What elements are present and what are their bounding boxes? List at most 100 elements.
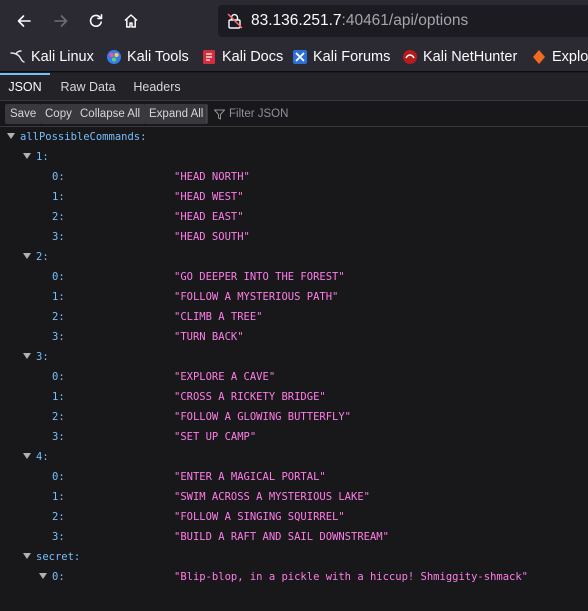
tree-row-group[interactable]: secret:: [0, 547, 588, 567]
json-string-value: "FOLLOW A SINGING SQUIRREL": [174, 511, 345, 523]
kali-nethunter-icon: [402, 49, 418, 65]
tree-row-group[interactable]: 1:: [0, 147, 588, 167]
bookmark-label: Explo: [552, 49, 588, 65]
bookmark-kali-tools[interactable]: Kali Tools: [106, 48, 189, 66]
expand-toggle-icon[interactable]: [7, 133, 15, 139]
collapse-all-button[interactable]: Collapse All: [75, 104, 146, 124]
json-key: 0:: [52, 171, 65, 183]
json-key: 2:: [52, 311, 65, 323]
tree-row: 2: "FOLLOW A SINGING SQUIRREL": [0, 507, 588, 527]
forward-button[interactable]: [47, 7, 75, 35]
url-path: :40461/api/options: [341, 12, 469, 29]
json-key: secret:: [36, 551, 81, 563]
tree-row-group[interactable]: 3:: [0, 347, 588, 367]
bookmark-label: Kali Tools: [127, 49, 189, 65]
kali-tools-icon: [106, 49, 122, 65]
json-key: 4:: [36, 451, 49, 463]
expand-toggle-icon[interactable]: [23, 353, 31, 359]
json-key: 3:: [52, 331, 65, 343]
tree-row: 0: "HEAD NORTH": [0, 167, 588, 187]
tree-row: 2: "HEAD EAST": [0, 207, 588, 227]
filter-json-input[interactable]: Filter JSON: [214, 104, 288, 124]
json-toolbar: Save Copy Collapse All Expand All Filter…: [0, 101, 588, 127]
back-button[interactable]: [10, 7, 38, 35]
json-string-value: "HEAD NORTH": [174, 171, 250, 183]
json-viewer-tabs: JSON Raw Data Headers: [0, 73, 588, 101]
tree-row: 1: "FOLLOW A MYSTERIOUS PATH": [0, 287, 588, 307]
bookmarks-bar: Kali Linux Kali Tools Kali Docs Kali For…: [0, 42, 588, 72]
copy-button[interactable]: Copy: [40, 104, 77, 124]
json-key: 0:: [52, 571, 65, 583]
expand-toggle-icon[interactable]: [23, 253, 31, 259]
json-key: 3:: [52, 531, 65, 543]
home-icon: [124, 14, 138, 28]
tree-row: 1: "HEAD WEST": [0, 187, 588, 207]
kali-docs-icon: [201, 49, 217, 65]
json-key: 1:: [52, 291, 65, 303]
bookmark-kali-nethunter[interactable]: Kali NetHunter: [402, 48, 517, 66]
bookmark-label: Kali Linux: [31, 49, 94, 65]
save-button[interactable]: Save: [5, 104, 42, 124]
json-key: 0:: [52, 371, 65, 383]
bookmark-label: Kali Forums: [313, 49, 391, 65]
tree-row-root[interactable]: allPossibleCommands:: [0, 127, 588, 147]
tree-row: 1: "SWIM ACROSS A MYSTERIOUS LAKE": [0, 487, 588, 507]
json-key: 3:: [52, 431, 65, 443]
bookmark-label: Kali NetHunter: [423, 49, 518, 65]
json-string-value: "HEAD WEST": [174, 191, 244, 203]
reload-button[interactable]: [82, 7, 110, 35]
tab-raw-data[interactable]: Raw Data: [54, 73, 122, 101]
tree-row-group[interactable]: 4:: [0, 447, 588, 467]
kali-dragon-icon: [10, 49, 26, 65]
json-key: 0:: [52, 271, 65, 283]
tree-row[interactable]: 0: "Blip-blop, in a pickle with a hiccup…: [0, 567, 588, 587]
bookmark-kali-forums[interactable]: Kali Forums: [292, 48, 390, 66]
json-key: 0:: [52, 471, 65, 483]
json-string-value: "Blip-blop, in a pickle with a hiccup! S…: [174, 571, 529, 583]
expand-toggle-icon[interactable]: [39, 573, 47, 579]
json-key: 2:: [52, 211, 65, 223]
json-key: 2:: [52, 411, 65, 423]
expand-toggle-icon[interactable]: [23, 553, 31, 559]
url-text: 83.136.251.7:40461/api/options: [251, 12, 468, 30]
json-key: 1:: [52, 491, 65, 503]
tree-row-group[interactable]: 2:: [0, 247, 588, 267]
toolbar-divider: [206, 105, 207, 123]
tab-headers[interactable]: Headers: [126, 73, 188, 101]
bookmark-kali-docs[interactable]: Kali Docs: [201, 48, 283, 66]
exploit-db-icon: [531, 49, 547, 65]
tab-json[interactable]: JSON: [0, 73, 50, 101]
json-string-value: "GO DEEPER INTO THE FOREST": [174, 271, 345, 283]
tree-row: 3: "TURN BACK": [0, 327, 588, 347]
kali-forums-icon: [292, 49, 308, 65]
filter-icon: [214, 109, 225, 120]
json-string-value: "FOLLOW A MYSTERIOUS PATH": [174, 291, 339, 303]
reload-icon: [89, 14, 103, 27]
tree-row: 0: "GO DEEPER INTO THE FOREST": [0, 267, 588, 287]
json-string-value: "CROSS A RICKETY BRIDGE": [174, 391, 326, 403]
json-string-value: "CLIMB A TREE": [174, 311, 263, 323]
json-string-value: "TURN BACK": [174, 331, 244, 343]
json-string-value: "ENTER A MAGICAL PORTAL": [174, 471, 326, 483]
tree-row: 2: "CLIMB A TREE": [0, 307, 588, 327]
expand-all-button[interactable]: Expand All: [144, 104, 209, 124]
expand-toggle-icon[interactable]: [23, 453, 31, 459]
tree-row: 3: "HEAD SOUTH": [0, 227, 588, 247]
tree-row: 3: "SET UP CAMP": [0, 427, 588, 447]
json-string-value: "SWIM ACROSS A MYSTERIOUS LAKE": [174, 491, 370, 503]
json-key: 3:: [36, 351, 49, 363]
json-string-value: "HEAD SOUTH": [174, 231, 250, 243]
json-string-value: "HEAD EAST": [174, 211, 244, 223]
bookmark-exploit-db[interactable]: Explo: [531, 48, 588, 66]
json-string-value: "FOLLOW A GLOWING BUTTERFLY": [174, 411, 352, 423]
url-bar[interactable]: 83.136.251.7:40461/api/options: [218, 5, 588, 37]
filter-placeholder: Filter JSON: [229, 108, 289, 120]
expand-toggle-icon[interactable]: [23, 153, 31, 159]
home-button[interactable]: [117, 7, 145, 35]
json-key: 2:: [36, 251, 49, 263]
json-string-value: "EXPLORE A CAVE": [174, 371, 276, 383]
tree-row: 1: "CROSS A RICKETY BRIDGE": [0, 387, 588, 407]
back-arrow-icon: [17, 15, 31, 27]
bookmark-kali-linux[interactable]: Kali Linux: [10, 48, 94, 66]
bookmark-label: Kali Docs: [222, 49, 284, 65]
